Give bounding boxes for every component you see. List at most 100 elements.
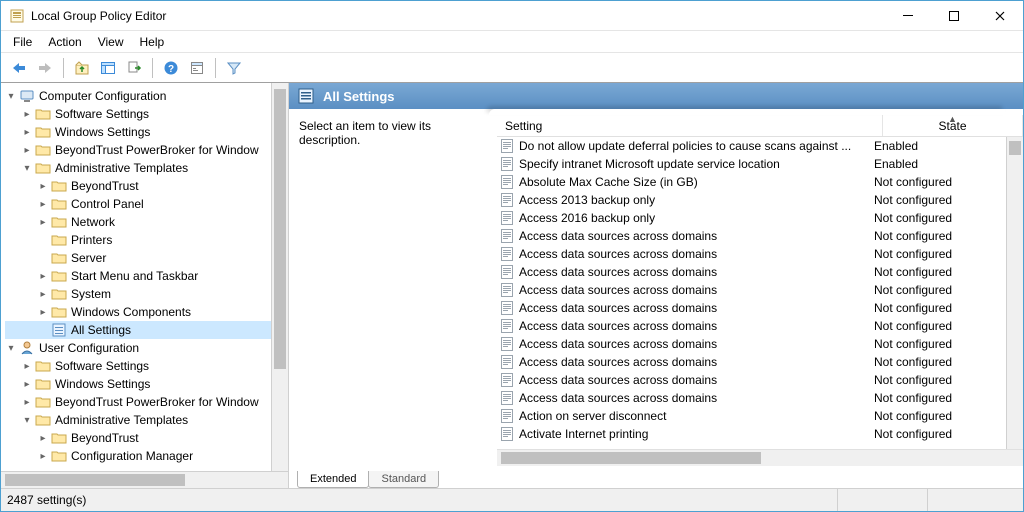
menu-help[interactable]: Help xyxy=(132,33,173,51)
tree-node-network[interactable]: ▸ Network xyxy=(5,213,271,231)
show-hide-tree-button[interactable] xyxy=(96,56,120,80)
expander-icon[interactable]: ▾ xyxy=(21,162,33,174)
expander-icon[interactable]: ▸ xyxy=(37,306,49,318)
tab-extended[interactable]: Extended xyxy=(297,471,369,488)
list-item[interactable]: Access data sources across domainsNot co… xyxy=(497,353,1006,371)
scrollbar-thumb[interactable] xyxy=(1009,141,1021,155)
tree-node-software-settings[interactable]: ▸ Software Settings xyxy=(5,105,271,123)
list-item[interactable]: Access data sources across domainsNot co… xyxy=(497,263,1006,281)
list-item[interactable]: Access data sources across domainsNot co… xyxy=(497,317,1006,335)
list-item[interactable]: Access data sources across domainsNot co… xyxy=(497,227,1006,245)
folder-icon xyxy=(35,106,51,122)
setting-state: Enabled xyxy=(866,157,1006,171)
tree-node-beyondtrust[interactable]: ▸ BeyondTrust xyxy=(5,177,271,195)
list-horizontal-scrollbar[interactable] xyxy=(497,449,1023,466)
forward-button[interactable] xyxy=(33,56,57,80)
list-vertical-scrollbar[interactable] xyxy=(1006,137,1023,449)
filter-button[interactable] xyxy=(222,56,246,80)
list-item[interactable]: Specify intranet Microsoft update servic… xyxy=(497,155,1006,173)
scrollbar-thumb[interactable] xyxy=(5,474,185,486)
scrollbar-thumb[interactable] xyxy=(274,89,286,369)
titlebar: Local Group Policy Editor xyxy=(1,1,1023,31)
tabs-bar: Extended Standard xyxy=(289,466,1023,488)
list-item[interactable]: Access data sources across domainsNot co… xyxy=(497,335,1006,353)
menu-view[interactable]: View xyxy=(90,33,132,51)
scrollbar-thumb[interactable] xyxy=(501,452,761,464)
list-item[interactable]: Activate Internet printingNot configured xyxy=(497,425,1006,443)
list-item[interactable]: Access 2013 backup onlyNot configured xyxy=(497,191,1006,209)
tree-node-uc-beyondtrust-pb[interactable]: ▸ BeyondTrust PowerBroker for Window xyxy=(5,393,271,411)
expander-icon[interactable]: ▸ xyxy=(37,180,49,192)
list-item[interactable]: Action on server disconnectNot configure… xyxy=(497,407,1006,425)
tree-horizontal-scrollbar[interactable] xyxy=(1,471,288,488)
expander-icon[interactable]: ▾ xyxy=(21,414,33,426)
help-button[interactable]: ? xyxy=(159,56,183,80)
tab-standard[interactable]: Standard xyxy=(368,471,439,488)
tree-node-beyondtrust-pb[interactable]: ▸ BeyondTrust PowerBroker for Window xyxy=(5,141,271,159)
tree-node-admin-templates[interactable]: ▾ Administrative Templates xyxy=(5,159,271,177)
list-item[interactable]: Access data sources across domainsNot co… xyxy=(497,281,1006,299)
list-item[interactable]: Access 2016 backup onlyNot configured xyxy=(497,209,1006,227)
tree-node-control-panel[interactable]: ▸ Control Panel xyxy=(5,195,271,213)
tree-node-system[interactable]: ▸ System xyxy=(5,285,271,303)
tree-node-uc-admin-templates[interactable]: ▾ Administrative Templates xyxy=(5,411,271,429)
expander-icon[interactable]: ▸ xyxy=(21,360,33,372)
tree-node-uc-beyondtrust[interactable]: ▸ BeyondTrust xyxy=(5,429,271,447)
column-header-setting[interactable]: Setting xyxy=(497,115,883,136)
expander-icon[interactable]: ▾ xyxy=(5,90,17,102)
setting-state: Not configured xyxy=(866,265,1006,279)
tree-node-all-settings[interactable]: ▸ All Settings xyxy=(5,321,271,339)
list-item[interactable]: Access data sources across domainsNot co… xyxy=(497,371,1006,389)
expander-icon[interactable]: ▸ xyxy=(37,432,49,444)
list-item[interactable]: Access data sources across domainsNot co… xyxy=(497,299,1006,317)
list-item[interactable]: Access data sources across domainsNot co… xyxy=(497,245,1006,263)
tree-label: Windows Components xyxy=(71,305,191,319)
expander-icon[interactable]: ▸ xyxy=(21,108,33,120)
policy-icon xyxy=(499,300,515,316)
folder-icon xyxy=(35,160,51,176)
menubar: File Action View Help xyxy=(1,31,1023,53)
tree-node-user-configuration[interactable]: ▾ User Configuration xyxy=(5,339,271,357)
tree-node-computer-configuration[interactable]: ▾ Computer Configuration xyxy=(5,87,271,105)
tree-label: BeyondTrust xyxy=(71,179,139,193)
maximize-button[interactable] xyxy=(931,1,977,31)
tree-node-windows-settings[interactable]: ▸ Windows Settings xyxy=(5,123,271,141)
properties-button[interactable] xyxy=(185,56,209,80)
back-button[interactable] xyxy=(7,56,31,80)
menu-file[interactable]: File xyxy=(5,33,40,51)
expander-icon[interactable]: ▸ xyxy=(21,126,33,138)
expander-icon[interactable]: ▸ xyxy=(37,270,49,282)
expander-icon[interactable]: ▸ xyxy=(37,450,49,462)
expander-icon[interactable]: ▸ xyxy=(21,378,33,390)
list-item[interactable]: Access data sources across domainsNot co… xyxy=(497,389,1006,407)
tree-node-server[interactable]: ▸ Server xyxy=(5,249,271,267)
setting-state: Not configured xyxy=(866,211,1006,225)
export-list-button[interactable] xyxy=(122,56,146,80)
list-item[interactable]: Absolute Max Cache Size (in GB)Not confi… xyxy=(497,173,1006,191)
list-item[interactable]: Do not allow update deferral policies to… xyxy=(497,137,1006,155)
tree-vertical-scrollbar[interactable] xyxy=(271,83,288,471)
expander-icon[interactable]: ▸ xyxy=(37,216,49,228)
tree-node-printers[interactable]: ▸ Printers xyxy=(5,231,271,249)
minimize-button[interactable] xyxy=(885,1,931,31)
tree-node-uc-confmgr[interactable]: ▸ Configuration Manager xyxy=(5,447,271,465)
setting-state: Not configured xyxy=(866,427,1006,441)
expander-icon[interactable]: ▸ xyxy=(21,396,33,408)
details-header: All Settings xyxy=(289,83,1023,109)
tree-node-start-menu[interactable]: ▸ Start Menu and Taskbar xyxy=(5,267,271,285)
expander-icon[interactable]: ▸ xyxy=(37,198,49,210)
tree-node-windows-components[interactable]: ▸ Windows Components xyxy=(5,303,271,321)
column-header-state[interactable]: ▲State xyxy=(883,115,1023,136)
policy-icon xyxy=(499,282,515,298)
expander-icon[interactable]: ▸ xyxy=(37,288,49,300)
setting-state: Not configured xyxy=(866,193,1006,207)
close-button[interactable] xyxy=(977,1,1023,31)
expander-icon[interactable]: ▾ xyxy=(5,342,17,354)
setting-name: Action on server disconnect xyxy=(519,409,866,423)
menu-action[interactable]: Action xyxy=(40,33,89,51)
tree-label: Software Settings xyxy=(55,359,149,373)
tree-node-uc-software[interactable]: ▸ Software Settings xyxy=(5,357,271,375)
up-level-button[interactable] xyxy=(70,56,94,80)
tree-node-uc-windows[interactable]: ▸ Windows Settings xyxy=(5,375,271,393)
expander-icon[interactable]: ▸ xyxy=(21,144,33,156)
